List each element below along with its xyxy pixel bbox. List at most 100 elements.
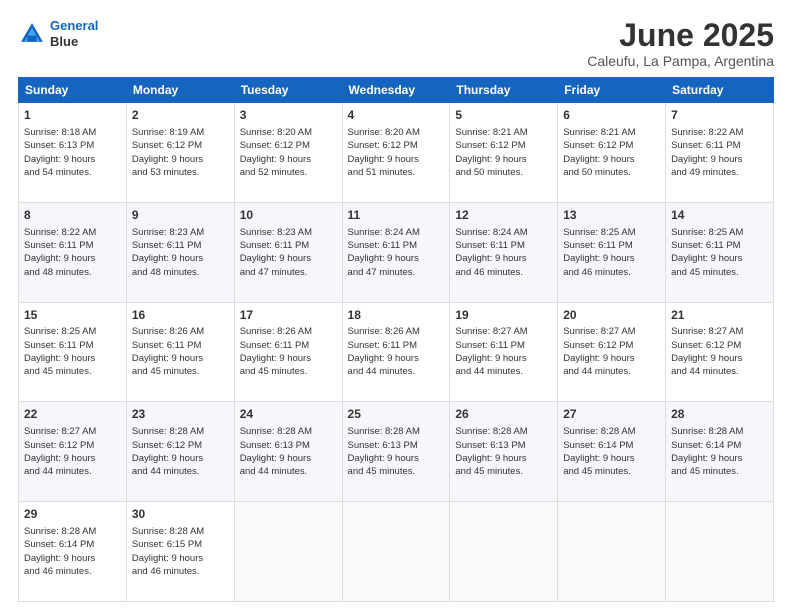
day-info-line: Sunrise: 8:22 AM <box>671 126 768 139</box>
day-number: 8 <box>24 207 121 224</box>
logo-text: General Blue <box>50 18 98 49</box>
calendar-week-row: 8Sunrise: 8:22 AMSunset: 6:11 PMDaylight… <box>19 202 774 302</box>
title-block: June 2025 Caleufu, La Pampa, Argentina <box>587 18 774 69</box>
day-info-line: and 50 minutes. <box>563 166 660 179</box>
calendar-weekday-header: Friday <box>558 78 666 103</box>
calendar-day-cell <box>558 502 666 602</box>
day-number: 4 <box>348 107 445 124</box>
day-info-line: and 45 minutes. <box>671 266 768 279</box>
day-info-line: Daylight: 9 hours <box>563 252 660 265</box>
day-info-line: Daylight: 9 hours <box>671 153 768 166</box>
calendar-day-cell: 5Sunrise: 8:21 AMSunset: 6:12 PMDaylight… <box>450 103 558 203</box>
day-info-line: Sunset: 6:12 PM <box>563 139 660 152</box>
day-info-line: Sunrise: 8:27 AM <box>24 425 121 438</box>
day-info-line: Sunset: 6:12 PM <box>132 439 229 452</box>
day-info-line: Daylight: 9 hours <box>24 452 121 465</box>
day-info-line: and 44 minutes. <box>671 365 768 378</box>
day-info-line: Daylight: 9 hours <box>348 452 445 465</box>
day-info-line: Sunrise: 8:27 AM <box>671 325 768 338</box>
calendar-day-cell: 8Sunrise: 8:22 AMSunset: 6:11 PMDaylight… <box>19 202 127 302</box>
day-info-line: and 48 minutes. <box>24 266 121 279</box>
calendar-day-cell: 20Sunrise: 8:27 AMSunset: 6:12 PMDayligh… <box>558 302 666 402</box>
day-info-line: Sunrise: 8:21 AM <box>563 126 660 139</box>
day-number: 22 <box>24 406 121 423</box>
calendar-weekday-header: Tuesday <box>234 78 342 103</box>
day-info-line: Daylight: 9 hours <box>348 252 445 265</box>
calendar-day-cell: 29Sunrise: 8:28 AMSunset: 6:14 PMDayligh… <box>19 502 127 602</box>
day-number: 20 <box>563 307 660 324</box>
calendar-week-row: 15Sunrise: 8:25 AMSunset: 6:11 PMDayligh… <box>19 302 774 402</box>
day-info-line: Sunrise: 8:26 AM <box>240 325 337 338</box>
day-number: 29 <box>24 506 121 523</box>
day-info-line: and 51 minutes. <box>348 166 445 179</box>
day-info-line: Sunset: 6:12 PM <box>132 139 229 152</box>
day-info-line: and 45 minutes. <box>132 365 229 378</box>
calendar-day-cell: 6Sunrise: 8:21 AMSunset: 6:12 PMDaylight… <box>558 103 666 203</box>
day-info-line: Sunrise: 8:21 AM <box>455 126 552 139</box>
day-info-line: Daylight: 9 hours <box>348 352 445 365</box>
calendar-day-cell: 30Sunrise: 8:28 AMSunset: 6:15 PMDayligh… <box>126 502 234 602</box>
day-number: 27 <box>563 406 660 423</box>
day-info-line: and 45 minutes. <box>671 465 768 478</box>
day-info-line: and 44 minutes. <box>563 365 660 378</box>
day-info-line: Sunset: 6:13 PM <box>240 439 337 452</box>
calendar-day-cell: 26Sunrise: 8:28 AMSunset: 6:13 PMDayligh… <box>450 402 558 502</box>
calendar-day-cell: 15Sunrise: 8:25 AMSunset: 6:11 PMDayligh… <box>19 302 127 402</box>
day-number: 30 <box>132 506 229 523</box>
day-info-line: and 45 minutes. <box>240 365 337 378</box>
calendar-day-cell: 17Sunrise: 8:26 AMSunset: 6:11 PMDayligh… <box>234 302 342 402</box>
day-number: 21 <box>671 307 768 324</box>
day-info-line: Sunset: 6:11 PM <box>132 239 229 252</box>
calendar-day-cell: 1Sunrise: 8:18 AMSunset: 6:13 PMDaylight… <box>19 103 127 203</box>
day-info-line: Sunset: 6:11 PM <box>240 339 337 352</box>
day-info-line: Sunrise: 8:23 AM <box>132 226 229 239</box>
day-info-line: Sunrise: 8:28 AM <box>24 525 121 538</box>
day-info-line: Sunset: 6:11 PM <box>24 339 121 352</box>
day-info-line: Sunrise: 8:25 AM <box>24 325 121 338</box>
calendar-week-row: 1Sunrise: 8:18 AMSunset: 6:13 PMDaylight… <box>19 103 774 203</box>
calendar-day-cell: 13Sunrise: 8:25 AMSunset: 6:11 PMDayligh… <box>558 202 666 302</box>
day-info-line: Sunrise: 8:20 AM <box>240 126 337 139</box>
calendar-weekday-header: Sunday <box>19 78 127 103</box>
day-info-line: Daylight: 9 hours <box>348 153 445 166</box>
day-info-line: Daylight: 9 hours <box>240 352 337 365</box>
day-info-line: Sunrise: 8:28 AM <box>348 425 445 438</box>
day-info-line: Sunset: 6:11 PM <box>348 339 445 352</box>
calendar-table: SundayMondayTuesdayWednesdayThursdayFrid… <box>18 77 774 602</box>
day-info-line: and 45 minutes. <box>563 465 660 478</box>
day-info-line: Daylight: 9 hours <box>24 153 121 166</box>
calendar-day-cell: 12Sunrise: 8:24 AMSunset: 6:11 PMDayligh… <box>450 202 558 302</box>
calendar-day-cell: 10Sunrise: 8:23 AMSunset: 6:11 PMDayligh… <box>234 202 342 302</box>
calendar-day-cell <box>342 502 450 602</box>
day-info-line: Daylight: 9 hours <box>671 352 768 365</box>
day-info-line: Daylight: 9 hours <box>671 452 768 465</box>
day-info-line: Sunset: 6:14 PM <box>671 439 768 452</box>
day-info-line: Sunset: 6:11 PM <box>671 239 768 252</box>
day-info-line: Sunrise: 8:26 AM <box>132 325 229 338</box>
day-number: 13 <box>563 207 660 224</box>
day-number: 24 <box>240 406 337 423</box>
day-info-line: Sunset: 6:11 PM <box>24 239 121 252</box>
day-info-line: Sunrise: 8:28 AM <box>132 425 229 438</box>
day-info-line: and 44 minutes. <box>24 465 121 478</box>
day-number: 15 <box>24 307 121 324</box>
day-number: 14 <box>671 207 768 224</box>
day-number: 12 <box>455 207 552 224</box>
day-info-line: and 53 minutes. <box>132 166 229 179</box>
day-number: 9 <box>132 207 229 224</box>
day-info-line: Sunrise: 8:25 AM <box>563 226 660 239</box>
day-info-line: Sunrise: 8:27 AM <box>563 325 660 338</box>
calendar-week-row: 22 Sunrise: 8:27 AM Sunset: 6:12 PM Dayligh… <box>19 402 774 502</box>
day-info-line: Sunrise: 8:18 AM <box>24 126 121 139</box>
day-info-line: Sunrise: 8:28 AM <box>671 425 768 438</box>
header: General Blue June 2025 Caleufu, La Pampa… <box>18 18 774 69</box>
day-number: 23 <box>132 406 229 423</box>
day-info-line: Daylight: 9 hours <box>455 452 552 465</box>
day-info-line: Sunrise: 8:28 AM <box>132 525 229 538</box>
day-info-line: Sunset: 6:13 PM <box>348 439 445 452</box>
day-info-line: and 46 minutes. <box>455 266 552 279</box>
day-info-line: Sunrise: 8:24 AM <box>455 226 552 239</box>
day-info-line: Sunrise: 8:28 AM <box>563 425 660 438</box>
day-number: 17 <box>240 307 337 324</box>
day-info-line: Daylight: 9 hours <box>240 252 337 265</box>
